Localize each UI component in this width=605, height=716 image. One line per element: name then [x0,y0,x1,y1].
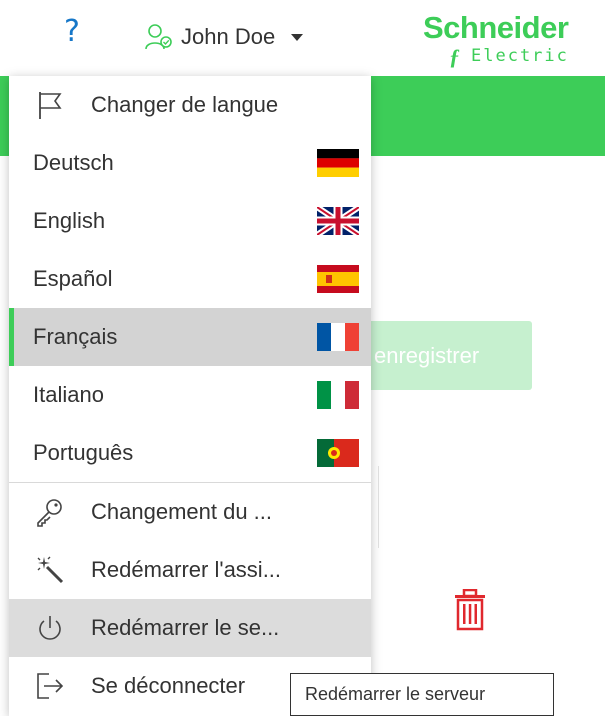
menu-item-label: Redémarrer le se... [91,615,280,640]
save-button[interactable]: enregistrer [362,321,532,390]
trash-icon[interactable] [452,589,488,631]
change-password-item[interactable]: Changement du ... [9,483,371,541]
power-icon [39,616,61,640]
help-icon[interactable]: ? [64,14,80,49]
change-language-label: Changer de langue [91,92,279,117]
user-menu-button[interactable]: John Doe [143,22,304,52]
logo-text-schneider: Schneider [423,10,569,45]
flag-outline-icon [39,92,62,119]
language-label: Português [33,440,134,465]
language-item-english[interactable]: English [9,192,371,250]
user-icon [145,24,172,50]
user-dropdown-menu: Changer de langue Deutsch English Españo… [9,76,371,716]
logo-mark-icon: ƒ [449,44,460,69]
key-icon [37,499,62,527]
flag-pt-icon [317,439,359,467]
flag-de-icon [317,149,359,177]
flag-es-icon [317,265,359,293]
flag-uk-icon [317,207,359,235]
menu-item-label: Se déconnecter [91,673,246,698]
language-label: Italiano [33,382,104,407]
app-header: ? John Doe Schneider ƒ Electric [0,0,605,76]
divider [378,466,379,548]
logo-text-electric: Electric [471,46,569,66]
restart-wizard-item[interactable]: Redémarrer l'assi... [9,541,371,599]
change-language-header: Changer de langue [9,76,371,134]
chevron-down-icon [291,33,304,41]
flag-it-icon [317,381,359,409]
tooltip: Redémarrer le serveur [290,673,554,716]
flag-fr-icon [317,323,359,351]
menu-item-label: Redémarrer l'assi... [91,557,282,582]
language-label: Deutsch [33,150,114,175]
language-item-portugues[interactable]: Português [9,424,371,482]
language-label: Français [33,324,118,349]
menu-item-label: Changement du ... [91,499,273,524]
schneider-electric-logo: Schneider ƒ Electric [423,8,605,72]
user-name: John Doe [181,24,276,49]
language-item-italiano[interactable]: Italiano [9,366,371,424]
language-label: Español [33,266,113,291]
language-item-francais[interactable]: Français [9,308,371,366]
logout-icon [37,673,64,699]
language-item-espanol[interactable]: Español [9,250,371,308]
magic-wand-icon [37,556,64,584]
restart-server-item[interactable]: Redémarrer le se... [9,599,371,657]
language-label: English [33,208,106,233]
language-item-deutsch[interactable]: Deutsch [9,134,371,192]
